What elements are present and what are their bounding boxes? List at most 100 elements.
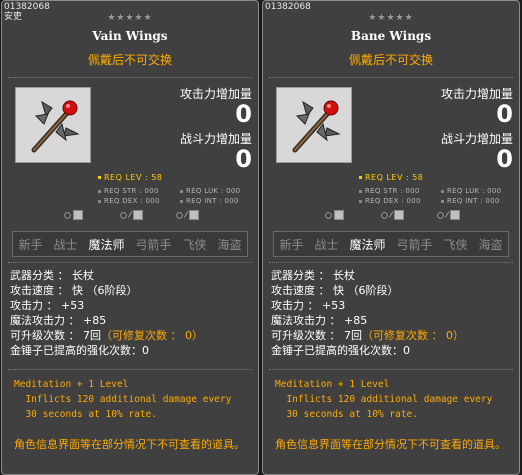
stat-weapon-type: 武器分类 ： 长杖 — [10, 268, 203, 283]
req-str: REQ STR : 000 — [359, 187, 420, 195]
stats-list: 武器分类 ： 长杖 攻击速度 ： 快 （6阶段） 攻击力 ： +53 魔法攻击力… — [271, 268, 464, 358]
stat-text: 金锤子已提高的强化次数：0 — [10, 344, 149, 357]
job-pirate: 海盗 — [478, 237, 503, 252]
req-dex-text: REQ DEX : 000 — [365, 197, 421, 205]
trade-restriction: 佩戴后不可交换 — [348, 53, 433, 67]
bullet-icon — [180, 189, 183, 193]
attack-increase-value: 0 — [496, 100, 513, 128]
divider — [8, 369, 252, 370]
job-magician: 魔法师 — [349, 237, 386, 252]
job-thief: 飞侠 — [182, 237, 207, 252]
stat-magic-attack: 魔法攻击力 ： +85 — [10, 313, 203, 328]
armor-icon — [132, 210, 143, 220]
stat-text: 金锤子已提高的强化次数：0 — [271, 344, 410, 357]
job-beginner: 新手 — [279, 237, 304, 252]
req-dex: REQ DEX : 000 — [359, 197, 421, 205]
skill-line: 30 seconds at 10% rate. — [275, 409, 418, 420]
job-warrior: 战士 — [53, 237, 78, 252]
skill-description: Meditation + 1 Level Inflicts 120 additi… — [14, 377, 231, 422]
stat-text: 攻击力 ： +53 — [271, 299, 346, 312]
job-pirate: 海盗 — [217, 237, 242, 252]
req-luk-text: REQ LUK : 000 — [447, 187, 502, 195]
gear-icon — [333, 210, 344, 220]
stat-text: 武器分类 ： 长杖 — [10, 269, 94, 282]
star-rating: ★★★★★ — [107, 13, 153, 23]
trade-restriction: 佩戴后不可交换 — [87, 53, 172, 67]
stat-attack: 攻击力 ： +53 — [10, 298, 203, 313]
stat-text: 魔法攻击力 ： +85 — [10, 314, 107, 327]
stat-text: 可升级次数 ： 7回 — [10, 329, 101, 342]
req-int: REQ INT : 000 — [180, 197, 239, 205]
stat-magic-attack: 魔法攻击力 ： +85 — [271, 313, 464, 328]
shield-icon — [449, 210, 460, 220]
req-int-text: REQ INT : 000 — [186, 197, 239, 205]
job-class-bar: 新手 战士 魔法师 弓箭手 飞侠 海盗 — [273, 231, 509, 257]
stat-text: 魔法攻击力 ： +85 — [271, 314, 368, 327]
job-class-bar: 新手 战士 魔法师 弓箭手 飞侠 海盗 — [12, 231, 248, 257]
item-title: Vain Wings — [92, 29, 168, 43]
stat-extra: （可修复次数 ： 0） — [362, 329, 464, 342]
stat-text: 攻击速度 ： 快 （6阶段） — [271, 284, 399, 297]
bullet-icon — [98, 189, 101, 193]
skill-line: 30 seconds at 10% rate. — [14, 409, 157, 420]
stat-text: 攻击速度 ： 快 （6阶段） — [10, 284, 138, 297]
divider — [269, 262, 513, 263]
shield-icon — [188, 210, 199, 220]
gear-icon — [72, 210, 83, 220]
attribute-slot-1: ○ — [325, 210, 344, 220]
bullet-icon — [441, 199, 444, 203]
visibility-note: 角色信息界面等在部分情况下不可查看的道具。 — [275, 438, 506, 451]
item-code: 01382068 — [4, 2, 50, 12]
slot-mark: ○ — [64, 210, 71, 220]
req-level-text: REQ LEV : 58 — [365, 173, 424, 182]
stat-hammer: 金锤子已提高的强化次数：0 — [10, 343, 203, 358]
divider — [269, 77, 513, 78]
req-str-text: REQ STR : 000 — [365, 187, 420, 195]
slot-mark: ○ ⁄ — [437, 210, 448, 220]
req-luk-text: REQ LUK : 000 — [186, 187, 241, 195]
job-thief: 飞侠 — [443, 237, 468, 252]
req-int-text: REQ INT : 000 — [447, 197, 500, 205]
attribute-slot-3: ○ ⁄ — [437, 210, 460, 220]
visibility-note: 角色信息界面等在部分情况下不可查看的道具。 — [14, 438, 245, 451]
job-warrior: 战士 — [314, 237, 339, 252]
slot-mark: ○ ⁄ — [120, 210, 131, 220]
stat-hammer: 金锤子已提高的强化次数：0 — [271, 343, 464, 358]
skill-line: Meditation + 1 Level — [275, 379, 390, 390]
req-level: REQ LEV : 58 — [98, 173, 162, 182]
combat-increase-value: 0 — [235, 145, 252, 173]
req-dex: REQ DEX : 000 — [98, 197, 160, 205]
stat-weapon-type: 武器分类 ： 长杖 — [271, 268, 464, 283]
stat-attack-speed: 攻击速度 ： 快 （6阶段） — [10, 283, 203, 298]
req-level-text: REQ LEV : 58 — [104, 173, 163, 182]
slot-mark: ○ — [325, 210, 332, 220]
job-bowman: 弓箭手 — [396, 237, 433, 252]
stats-list: 武器分类 ： 长杖 攻击速度 ： 快 （6阶段） 攻击力 ： +53 魔法攻击力… — [10, 268, 203, 358]
item-image-frame — [276, 87, 352, 163]
divider — [8, 77, 252, 78]
req-int: REQ INT : 000 — [441, 197, 500, 205]
stat-text: 攻击力 ： +53 — [10, 299, 85, 312]
item-code: 01382068 — [265, 2, 311, 12]
req-luk: REQ LUK : 000 — [441, 187, 501, 195]
job-beginner: 新手 — [18, 237, 43, 252]
job-bowman: 弓箭手 — [135, 237, 172, 252]
slot-mark: ○ ⁄ — [176, 210, 187, 220]
star-rating: ★★★★★ — [368, 13, 414, 23]
req-luk: REQ LUK : 000 — [180, 187, 240, 195]
item-title: Bane Wings — [350, 29, 432, 43]
job-magician: 魔法师 — [88, 237, 125, 252]
slot-mark: ○ ⁄ — [381, 210, 392, 220]
stat-upgrades: 可升级次数 ： 7回（可修复次数 ： 0） — [271, 328, 464, 343]
stat-attack: 攻击力 ： +53 — [271, 298, 464, 313]
staff-icon — [31, 100, 80, 153]
staff-icon — [292, 100, 341, 153]
skill-description: Meditation + 1 Level Inflicts 120 additi… — [275, 377, 492, 422]
attribute-slot-2: ○ ⁄ — [120, 210, 143, 220]
req-str: REQ STR : 000 — [98, 187, 159, 195]
stat-extra: （可修复次数 ： 0） — [101, 329, 203, 342]
req-level: REQ LEV : 58 — [359, 173, 423, 182]
bullet-icon — [359, 189, 362, 193]
req-str-text: REQ STR : 000 — [104, 187, 159, 195]
stat-attack-speed: 攻击速度 ： 快 （6阶段） — [271, 283, 464, 298]
